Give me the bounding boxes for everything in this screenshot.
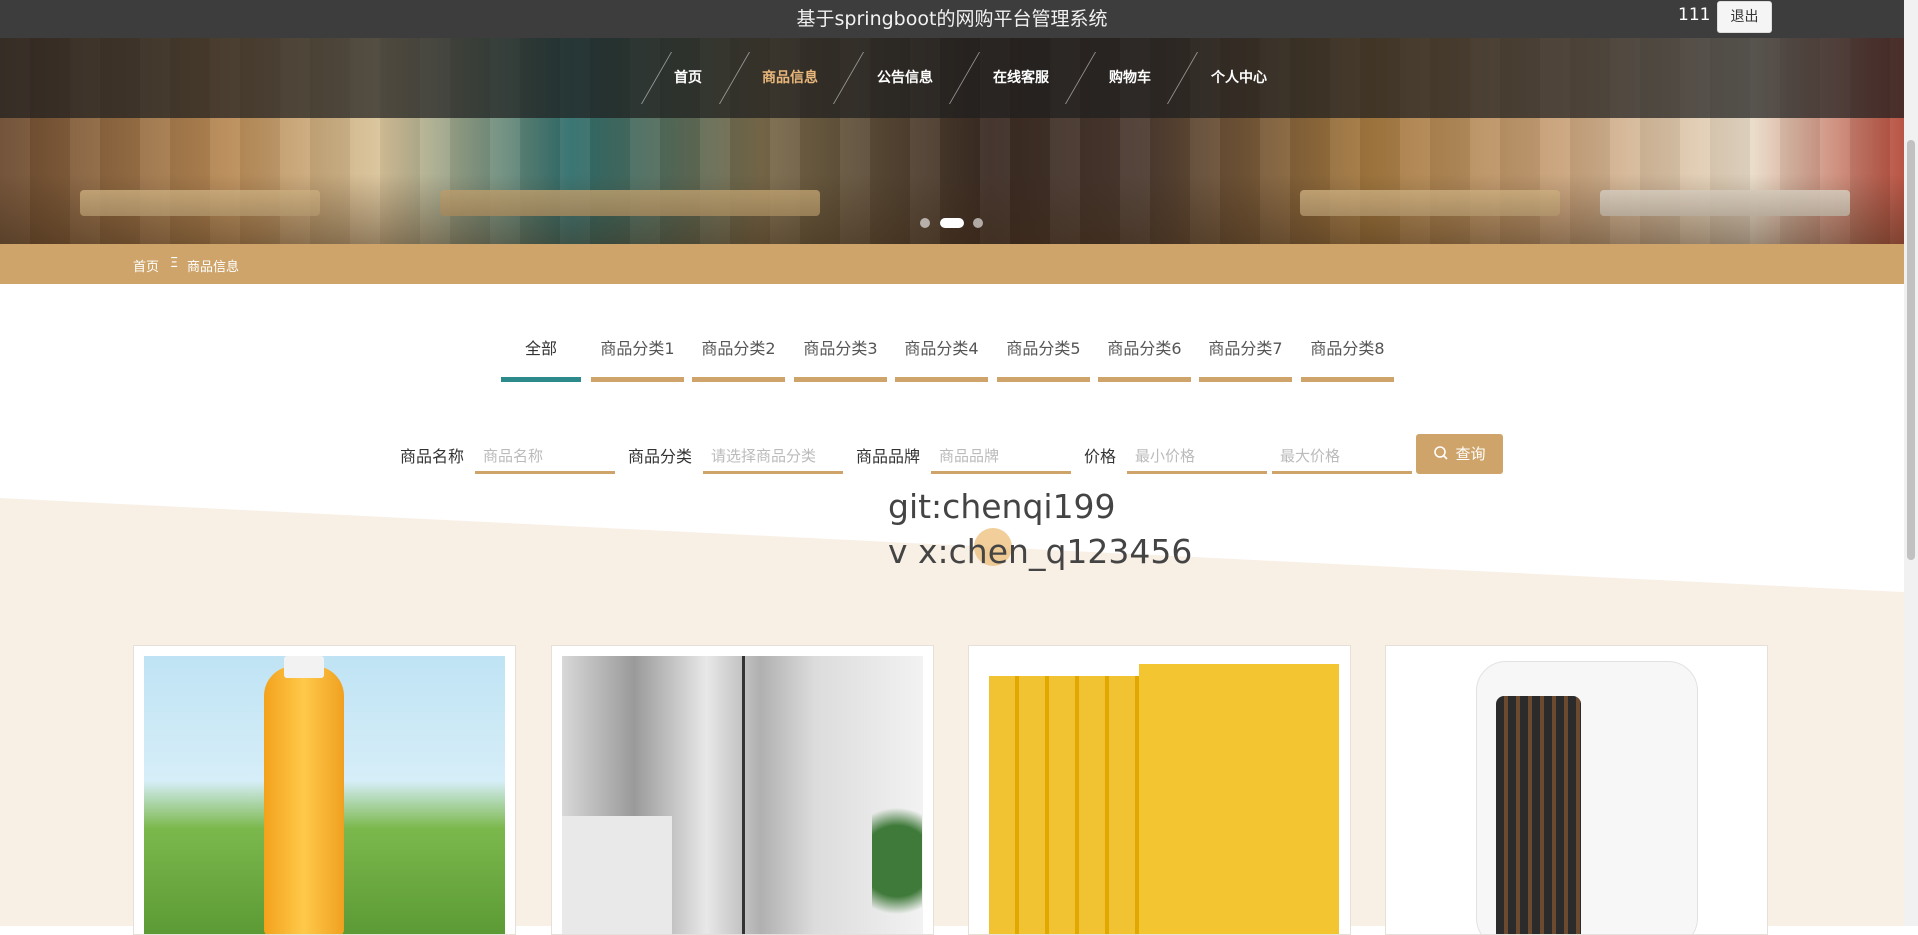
tab-label: 商品分类5 xyxy=(1006,339,1081,358)
tab-category-6[interactable]: 商品分类6 xyxy=(1098,336,1191,382)
tab-label: 商品分类6 xyxy=(1107,339,1182,358)
search-button-label: 查询 xyxy=(1455,445,1486,463)
tab-label: 商品分类8 xyxy=(1310,339,1385,358)
tab-label: 商品分类7 xyxy=(1208,339,1283,358)
page-scrollbar[interactable] xyxy=(1904,0,1918,926)
breadcrumb-home[interactable]: 首页 xyxy=(133,256,159,275)
nav-home[interactable]: 首页 xyxy=(674,38,702,118)
product-name-input[interactable] xyxy=(475,440,615,474)
brand-label: 商品品牌 xyxy=(856,447,921,466)
nav-products[interactable]: 商品信息 xyxy=(762,38,818,118)
tab-category-8[interactable]: 商品分类8 xyxy=(1301,336,1394,382)
tab-all[interactable]: 全部 xyxy=(501,336,581,382)
tab-category-7[interactable]: 商品分类7 xyxy=(1199,336,1292,382)
watermark-line-1: git:chenqi199 xyxy=(888,487,1116,526)
tab-label: 商品分类2 xyxy=(701,339,776,358)
nav-announcements[interactable]: 公告信息 xyxy=(877,38,933,118)
search-button[interactable]: 查询 xyxy=(1416,434,1503,474)
scrollbar-thumb[interactable] xyxy=(1907,140,1915,560)
max-price-input[interactable] xyxy=(1272,440,1412,474)
carousel-dot-1[interactable] xyxy=(920,218,930,228)
product-name-label: 商品名称 xyxy=(400,447,465,466)
product-image xyxy=(562,656,923,934)
tab-label: 全部 xyxy=(524,339,557,358)
breadcrumb-current: 商品信息 xyxy=(187,260,240,275)
breadcrumb: 首页 Ξ 商品信息 xyxy=(0,244,1904,284)
tab-label: 商品分类4 xyxy=(904,339,979,358)
product-image xyxy=(1396,656,1757,934)
product-card[interactable] xyxy=(968,645,1351,935)
username: 111 xyxy=(1678,5,1711,25)
product-card[interactable] xyxy=(551,645,934,935)
nav-cart[interactable]: 购物车 xyxy=(1109,38,1151,118)
search-icon xyxy=(1434,446,1449,460)
breadcrumb-separator: Ξ xyxy=(170,256,179,271)
product-card[interactable] xyxy=(1385,645,1768,935)
category-label: 商品分类 xyxy=(628,447,693,466)
tab-category-5[interactable]: 商品分类5 xyxy=(997,336,1090,382)
tab-category-3[interactable]: 商品分类3 xyxy=(794,336,887,382)
nav-personal-center[interactable]: 个人中心 xyxy=(1211,38,1267,118)
nav-customer-service[interactable]: 在线客服 xyxy=(993,38,1049,118)
main-nav: 首页 商品信息 公告信息 在线客服 购物车 个人中心 xyxy=(0,38,1904,118)
logout-button[interactable]: 退出 xyxy=(1717,1,1772,33)
top-bar: 基于springboot的网购平台管理系统 111 退出 xyxy=(0,0,1904,38)
carousel-dot-2[interactable] xyxy=(940,218,964,228)
site-title: 基于springboot的网购平台管理系统 xyxy=(796,8,1108,30)
tab-category-4[interactable]: 商品分类4 xyxy=(895,336,988,382)
brand-input[interactable] xyxy=(931,440,1071,474)
tab-category-1[interactable]: 商品分类1 xyxy=(591,336,684,382)
watermark-line-2: v x:chen_q123456 xyxy=(888,532,1193,571)
product-image xyxy=(144,656,505,934)
min-price-input[interactable] xyxy=(1127,440,1267,474)
carousel-dot-3[interactable] xyxy=(973,218,983,228)
tab-label: 商品分类3 xyxy=(803,339,878,358)
tab-category-2[interactable]: 商品分类2 xyxy=(692,336,785,382)
product-image xyxy=(979,656,1340,934)
price-label: 价格 xyxy=(1084,447,1117,466)
category-select[interactable] xyxy=(703,440,843,474)
product-card[interactable] xyxy=(133,645,516,935)
tab-label: 商品分类1 xyxy=(600,339,675,358)
